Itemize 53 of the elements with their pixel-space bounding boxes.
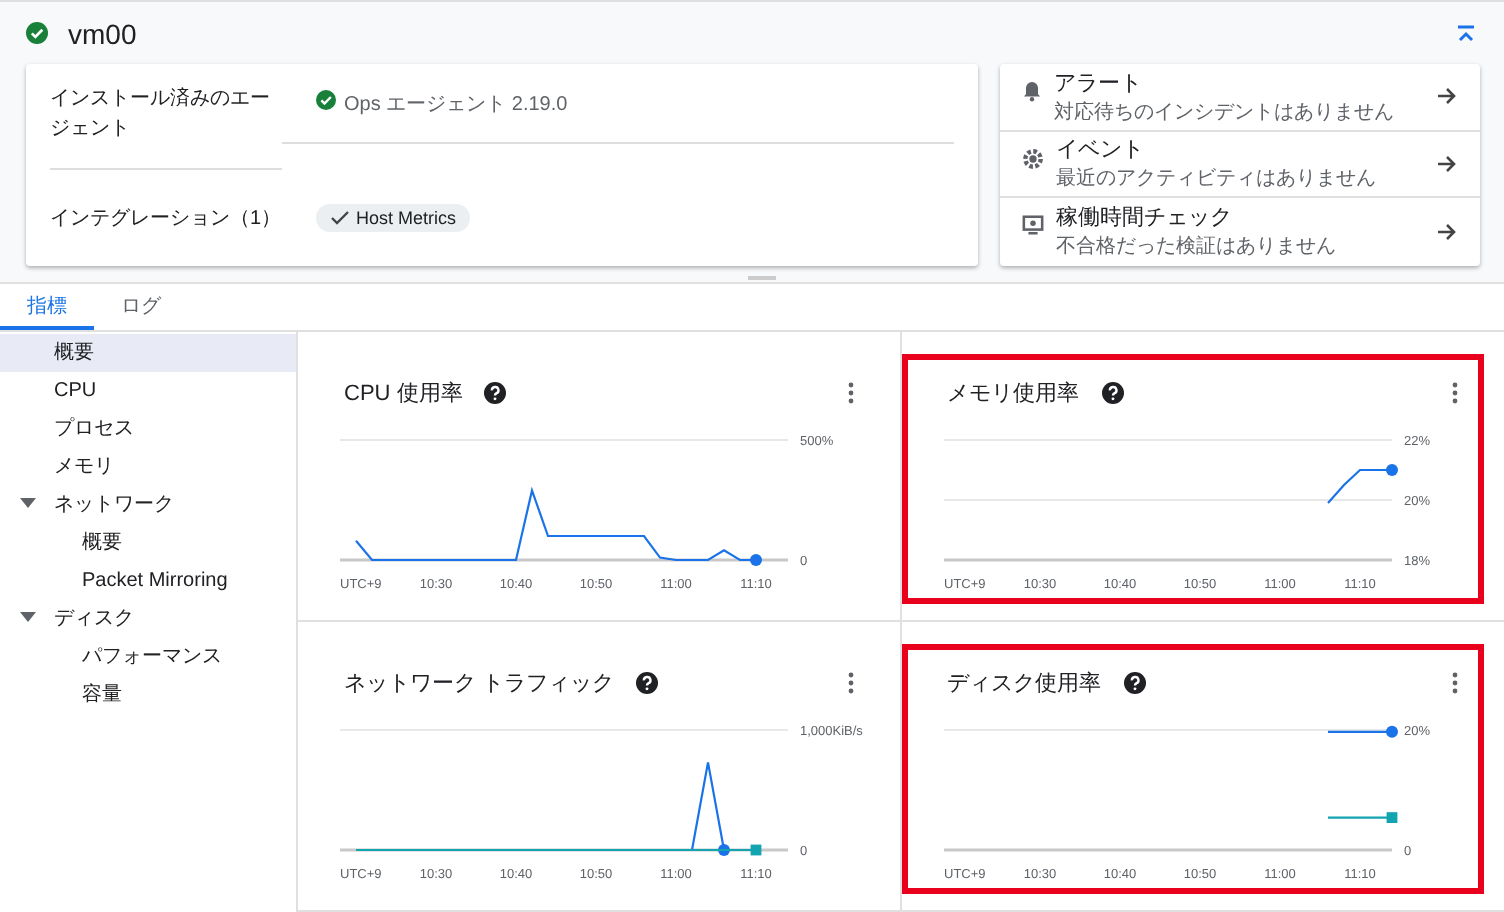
more-options-icon[interactable]	[847, 671, 853, 693]
caret-icon[interactable]	[20, 612, 36, 624]
summary-link[interactable]: イベント 最近のアクティビティはありません	[1000, 131, 1480, 198]
chart-line	[1327, 816, 1391, 819]
chart-line	[1327, 730, 1391, 733]
data-point	[750, 554, 762, 566]
help-icon[interactable]	[636, 671, 659, 693]
more-options-icon[interactable]	[1452, 381, 1458, 403]
sidebar-item[interactable]: Packet Mirroring	[0, 562, 296, 600]
data-point	[1385, 725, 1397, 738]
tab[interactable]: ログ	[94, 284, 188, 330]
sidebar-item[interactable]: パフォーマンス	[0, 637, 296, 675]
arrow-right-icon	[1436, 86, 1458, 107]
check-circle-icon	[26, 22, 48, 44]
bell-icon	[1022, 80, 1042, 102]
data-point	[1385, 812, 1397, 823]
summary-link[interactable]: アラート 対応待ちのインシデントはありません	[1000, 64, 1480, 131]
instance-title: vm00	[68, 17, 137, 49]
arrow-right-icon	[1436, 221, 1458, 242]
chart-title: メモリ使用率	[947, 379, 1079, 407]
more-options-icon[interactable]	[847, 381, 853, 403]
sidebar-item[interactable]: メモリ	[0, 447, 296, 485]
arrow-right-icon	[1436, 153, 1458, 174]
sidebar-item[interactable]: CPU	[0, 372, 296, 410]
tab[interactable]: 指標	[0, 284, 94, 330]
sidebar-item[interactable]: ディスク	[0, 599, 296, 637]
help-icon[interactable]	[1123, 671, 1145, 693]
sidebar-item[interactable]: 概要	[0, 523, 296, 561]
caret-icon[interactable]	[20, 498, 36, 510]
checkmark-icon	[330, 210, 350, 226]
sidebar-item[interactable]: プロセス	[0, 409, 296, 447]
field-label: インストール済みのエージェント	[50, 76, 282, 170]
integration-chip[interactable]: Host Metrics	[316, 204, 471, 232]
chart-title: ディスク使用率	[947, 669, 1101, 697]
help-icon[interactable]	[1101, 381, 1123, 403]
data-point	[750, 844, 762, 856]
summary-link[interactable]: 稼働時間チェック 不合格だった検証はありません	[1000, 198, 1480, 265]
sidebar-item[interactable]: ネットワーク	[0, 485, 296, 523]
chart-title: ネットワーク トラフィック	[344, 669, 615, 697]
field-label: インテグレーション（1）	[50, 206, 282, 234]
collapse-icon[interactable]	[1456, 23, 1476, 43]
more-options-icon[interactable]	[1452, 671, 1458, 693]
data-point	[1385, 464, 1397, 476]
chart-line	[1326, 468, 1391, 504]
agent-version: Ops エージェント 2.19.0	[344, 92, 568, 118]
sidebar-item[interactable]: 容量	[0, 675, 296, 713]
check-circle-icon	[316, 90, 336, 110]
chart-title: CPU 使用率	[344, 379, 463, 407]
help-icon[interactable]	[484, 381, 507, 403]
data-point	[718, 844, 730, 856]
gear-icon	[1022, 147, 1044, 169]
monitor-icon	[1022, 214, 1044, 236]
sidebar-item[interactable]: 概要	[0, 333, 296, 371]
